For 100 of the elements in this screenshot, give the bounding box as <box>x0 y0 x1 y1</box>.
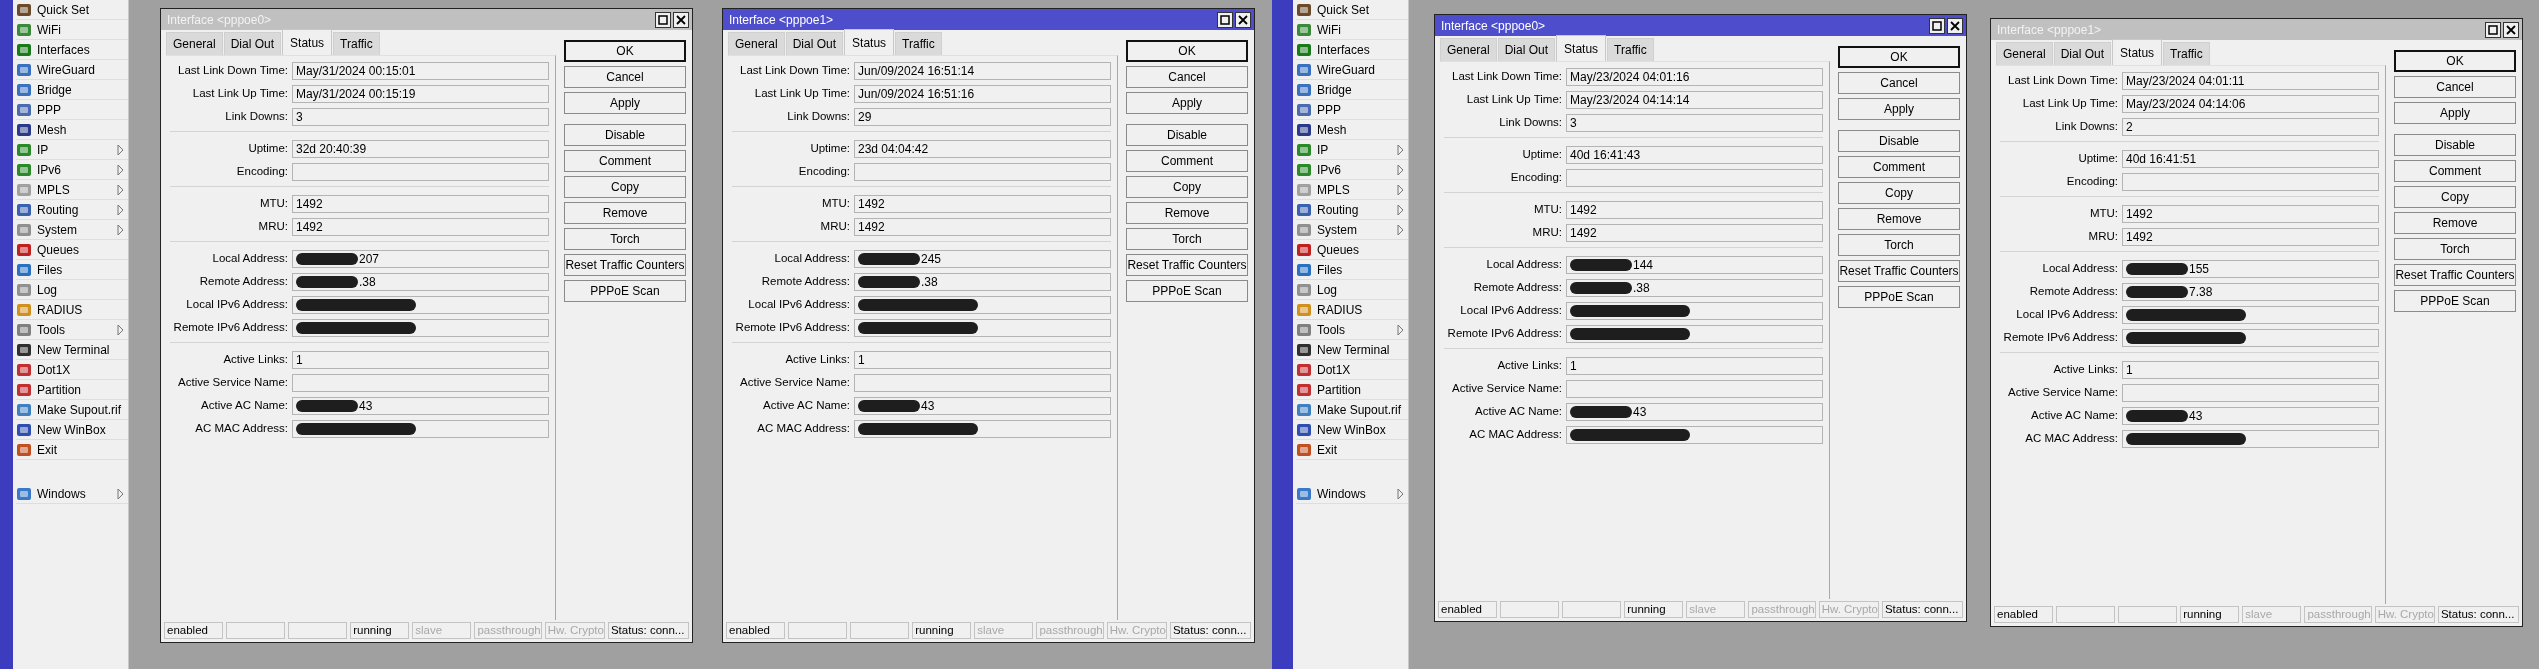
text-field[interactable]: 1492 <box>854 194 1111 213</box>
menu-item[interactable]: Log <box>1296 280 1408 300</box>
menu-item[interactable]: Partition <box>1296 380 1408 400</box>
dialog-button[interactable]: Copy <box>564 176 686 198</box>
text-field[interactable]: May/23/2024 04:14:14 <box>1566 90 1823 109</box>
text-field[interactable] <box>292 419 549 438</box>
menu-item[interactable]: Partition <box>16 380 128 400</box>
menu-item[interactable]: RADIUS <box>1296 300 1408 320</box>
text-field[interactable]: May/31/2024 00:15:01 <box>292 61 549 80</box>
menu-item[interactable]: Queues <box>16 240 128 260</box>
text-field[interactable] <box>1566 324 1823 343</box>
maximize-button[interactable] <box>2485 21 2501 38</box>
dialog-button[interactable]: Comment <box>1838 156 1960 178</box>
text-field[interactable] <box>854 318 1111 337</box>
text-field[interactable]: May/23/2024 04:14:06 <box>2122 94 2379 113</box>
menu-item[interactable]: New Terminal <box>1296 340 1408 360</box>
tab[interactable]: Dial Out <box>1497 38 1556 61</box>
dialog-button[interactable]: Apply <box>1126 92 1248 114</box>
text-field[interactable]: 1 <box>1566 356 1823 375</box>
menu-item[interactable]: IPv6 <box>1296 160 1408 180</box>
text-field[interactable]: 7.38 <box>2122 282 2379 301</box>
maximize-button[interactable] <box>1217 11 1233 28</box>
maximize-button[interactable] <box>1929 17 1945 34</box>
menu-item[interactable]: Bridge <box>16 80 128 100</box>
text-field[interactable]: 1 <box>292 350 549 369</box>
menu-item[interactable]: MPLS <box>1296 180 1408 200</box>
text-field[interactable] <box>292 295 549 314</box>
text-field[interactable] <box>292 162 549 181</box>
dialog-button[interactable]: Cancel <box>2394 76 2516 98</box>
menu-item[interactable]: Windows <box>1296 484 1408 504</box>
text-field[interactable]: 40d 16:41:51 <box>2122 149 2379 168</box>
dialog-button[interactable]: PPPoE Scan <box>2394 290 2516 312</box>
dialog-button[interactable]: Reset Traffic Counters <box>1126 254 1248 276</box>
text-field[interactable] <box>2122 429 2379 448</box>
menu-item[interactable]: Quick Set <box>1296 0 1408 20</box>
text-field[interactable] <box>2122 305 2379 324</box>
dialog-button[interactable]: Copy <box>1126 176 1248 198</box>
text-field[interactable]: 1492 <box>2122 227 2379 246</box>
menu-item[interactable]: Tools <box>16 320 128 340</box>
text-field[interactable]: 1 <box>854 350 1111 369</box>
dialog-button[interactable]: Torch <box>1838 234 1960 256</box>
text-field[interactable]: .38 <box>854 272 1111 291</box>
tab[interactable]: Traffic <box>895 32 942 55</box>
text-field[interactable] <box>1566 425 1823 444</box>
dialog-button[interactable]: Apply <box>564 92 686 114</box>
text-field[interactable] <box>1566 168 1823 187</box>
menu-item[interactable]: Routing <box>1296 200 1408 220</box>
text-field[interactable]: 1492 <box>1566 200 1823 219</box>
close-button[interactable] <box>1947 17 1963 34</box>
text-field[interactable]: 1 <box>2122 360 2379 379</box>
text-field[interactable] <box>1566 301 1823 320</box>
close-button[interactable] <box>673 11 689 28</box>
dialog-button[interactable]: Remove <box>564 202 686 224</box>
menu-item[interactable]: WiFi <box>16 20 128 40</box>
menu-item[interactable]: PPP <box>16 100 128 120</box>
text-field[interactable]: 1492 <box>2122 204 2379 223</box>
menu-item[interactable]: Log <box>16 280 128 300</box>
text-field[interactable]: 144 <box>1566 255 1823 274</box>
menu-item[interactable]: Queues <box>1296 240 1408 260</box>
dialog-button[interactable]: Copy <box>1838 182 1960 204</box>
dialog-button[interactable]: Comment <box>1126 150 1248 172</box>
menu-item[interactable]: Quick Set <box>16 0 128 20</box>
dialog-button[interactable]: Disable <box>564 124 686 146</box>
menu-item[interactable]: WireGuard <box>1296 60 1408 80</box>
text-field[interactable] <box>854 373 1111 392</box>
menu-item[interactable]: Files <box>1296 260 1408 280</box>
menu-item[interactable]: IPv6 <box>16 160 128 180</box>
text-field[interactable]: 23d 04:04:42 <box>854 139 1111 158</box>
text-field[interactable] <box>2122 172 2379 191</box>
menu-item[interactable]: Bridge <box>1296 80 1408 100</box>
dialog-button[interactable]: Apply <box>1838 98 1960 120</box>
menu-item[interactable]: Routing <box>16 200 128 220</box>
menu-item[interactable]: Exit <box>16 440 128 460</box>
dialog-button[interactable]: Copy <box>2394 186 2516 208</box>
text-field[interactable]: Jun/09/2024 16:51:14 <box>854 61 1111 80</box>
menu-item[interactable]: Make Supout.rif <box>16 400 128 420</box>
text-field[interactable] <box>2122 328 2379 347</box>
menu-item[interactable]: System <box>16 220 128 240</box>
menu-item[interactable]: Windows <box>16 484 128 504</box>
menu-item[interactable]: New WinBox <box>16 420 128 440</box>
text-field[interactable]: 1492 <box>854 217 1111 236</box>
dialog-button[interactable]: Disable <box>2394 134 2516 156</box>
text-field[interactable] <box>854 295 1111 314</box>
text-field[interactable] <box>854 162 1111 181</box>
tab[interactable]: General <box>1440 38 1497 61</box>
tab[interactable]: Status <box>2112 39 2163 65</box>
dialog-button[interactable]: OK <box>1126 40 1248 62</box>
dialog-button[interactable]: Remove <box>1838 208 1960 230</box>
menu-item[interactable]: MPLS <box>16 180 128 200</box>
text-field[interactable]: 43 <box>2122 406 2379 425</box>
menu-item[interactable]: Mesh <box>1296 120 1408 140</box>
menu-item[interactable]: WiFi <box>1296 20 1408 40</box>
menu-item[interactable]: Make Supout.rif <box>1296 400 1408 420</box>
tab[interactable]: General <box>166 32 223 55</box>
text-field[interactable]: .38 <box>1566 278 1823 297</box>
menu-item[interactable]: IP <box>1296 140 1408 160</box>
text-field[interactable]: May/23/2024 04:01:11 <box>2122 71 2379 90</box>
text-field[interactable] <box>292 318 549 337</box>
text-field[interactable]: 29 <box>854 107 1111 126</box>
text-field[interactable]: 2 <box>2122 117 2379 136</box>
